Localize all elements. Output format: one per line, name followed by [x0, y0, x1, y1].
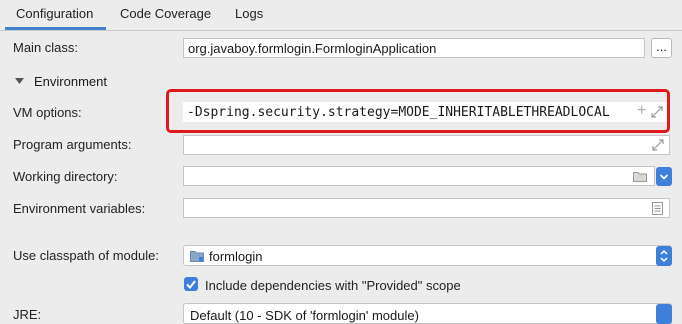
- tab-code-coverage[interactable]: Code Coverage: [120, 0, 211, 30]
- working-directory-dropdown-button[interactable]: [656, 167, 672, 186]
- include-dependencies-label: Include dependencies with "Provided" sco…: [205, 278, 461, 293]
- jre-dropdown-arrows[interactable]: [656, 304, 672, 324]
- tab-bar: Configuration Code Coverage Logs: [0, 0, 682, 31]
- classpath-label: Use classpath of module:: [13, 248, 159, 263]
- classpath-module-value: formlogin: [209, 249, 263, 264]
- up-down-chevron-icon: [660, 249, 668, 263]
- document-icon[interactable]: [652, 202, 663, 215]
- program-arguments-label: Program arguments:: [13, 137, 132, 152]
- browse-main-class-button[interactable]: ...: [651, 38, 672, 58]
- expand-icon[interactable]: [652, 139, 664, 151]
- environment-variables-label: Environment variables:: [13, 201, 146, 216]
- program-arguments-field[interactable]: [183, 135, 670, 155]
- triangle-down-icon: [15, 78, 24, 84]
- tab-configuration[interactable]: Configuration: [5, 0, 106, 30]
- tab-logs[interactable]: Logs: [235, 0, 263, 30]
- environment-variables-field[interactable]: [183, 198, 670, 218]
- working-directory-label: Working directory:: [13, 169, 118, 184]
- main-class-label: Main class:: [13, 40, 79, 55]
- main-class-value: org.javaboy.formlogin.FormloginApplicati…: [188, 41, 437, 56]
- environment-label: Environment: [34, 74, 107, 89]
- vm-options-highlight-box: [166, 89, 670, 133]
- folder-icon[interactable]: [633, 171, 647, 182]
- jre-select[interactable]: Default (10 - SDK of 'formlogin' module): [183, 303, 672, 324]
- classpath-dropdown-arrows[interactable]: [656, 246, 672, 266]
- classpath-module-select[interactable]: formlogin: [183, 245, 672, 266]
- main-class-field[interactable]: org.javaboy.formlogin.FormloginApplicati…: [183, 38, 645, 58]
- vm-options-label: VM options:: [13, 105, 82, 120]
- chevron-down-icon: [659, 174, 669, 180]
- jre-label: JRE:: [13, 307, 42, 322]
- working-directory-field[interactable]: [183, 166, 655, 186]
- include-dependencies-checkbox[interactable]: [184, 277, 198, 291]
- module-folder-icon: [190, 251, 204, 262]
- checkmark-icon: [186, 280, 196, 290]
